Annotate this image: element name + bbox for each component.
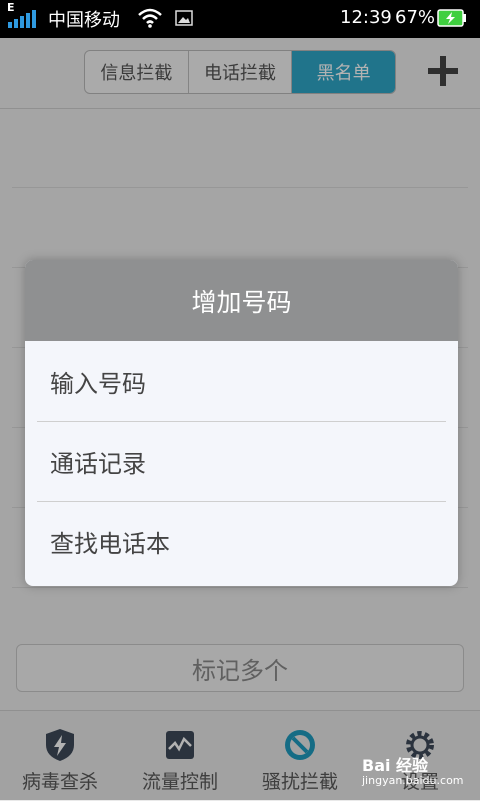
battery-percent: 67% [395, 7, 436, 28]
option-call-log[interactable]: 通话记录 [25, 421, 458, 501]
clock: 12:39 [340, 7, 392, 28]
watermark-brand: Bai 经验 [362, 756, 429, 775]
watermark-url: jingyan.baidu.com [362, 774, 464, 787]
image-notification-icon [175, 10, 193, 26]
wifi-icon [138, 8, 162, 28]
signal-icon [8, 10, 36, 28]
dialog-title: 增加号码 [25, 260, 458, 341]
option-contacts[interactable]: 查找电话本 [25, 501, 458, 581]
battery-charging-icon [437, 9, 466, 27]
add-number-dialog: 增加号码 输入号码 通话记录 查找电话本 [25, 260, 458, 586]
status-bar: E 中国移动 12:39 67% [0, 0, 480, 38]
option-enter-number[interactable]: 输入号码 [25, 341, 458, 421]
carrier-name: 中国移动 [48, 10, 120, 31]
